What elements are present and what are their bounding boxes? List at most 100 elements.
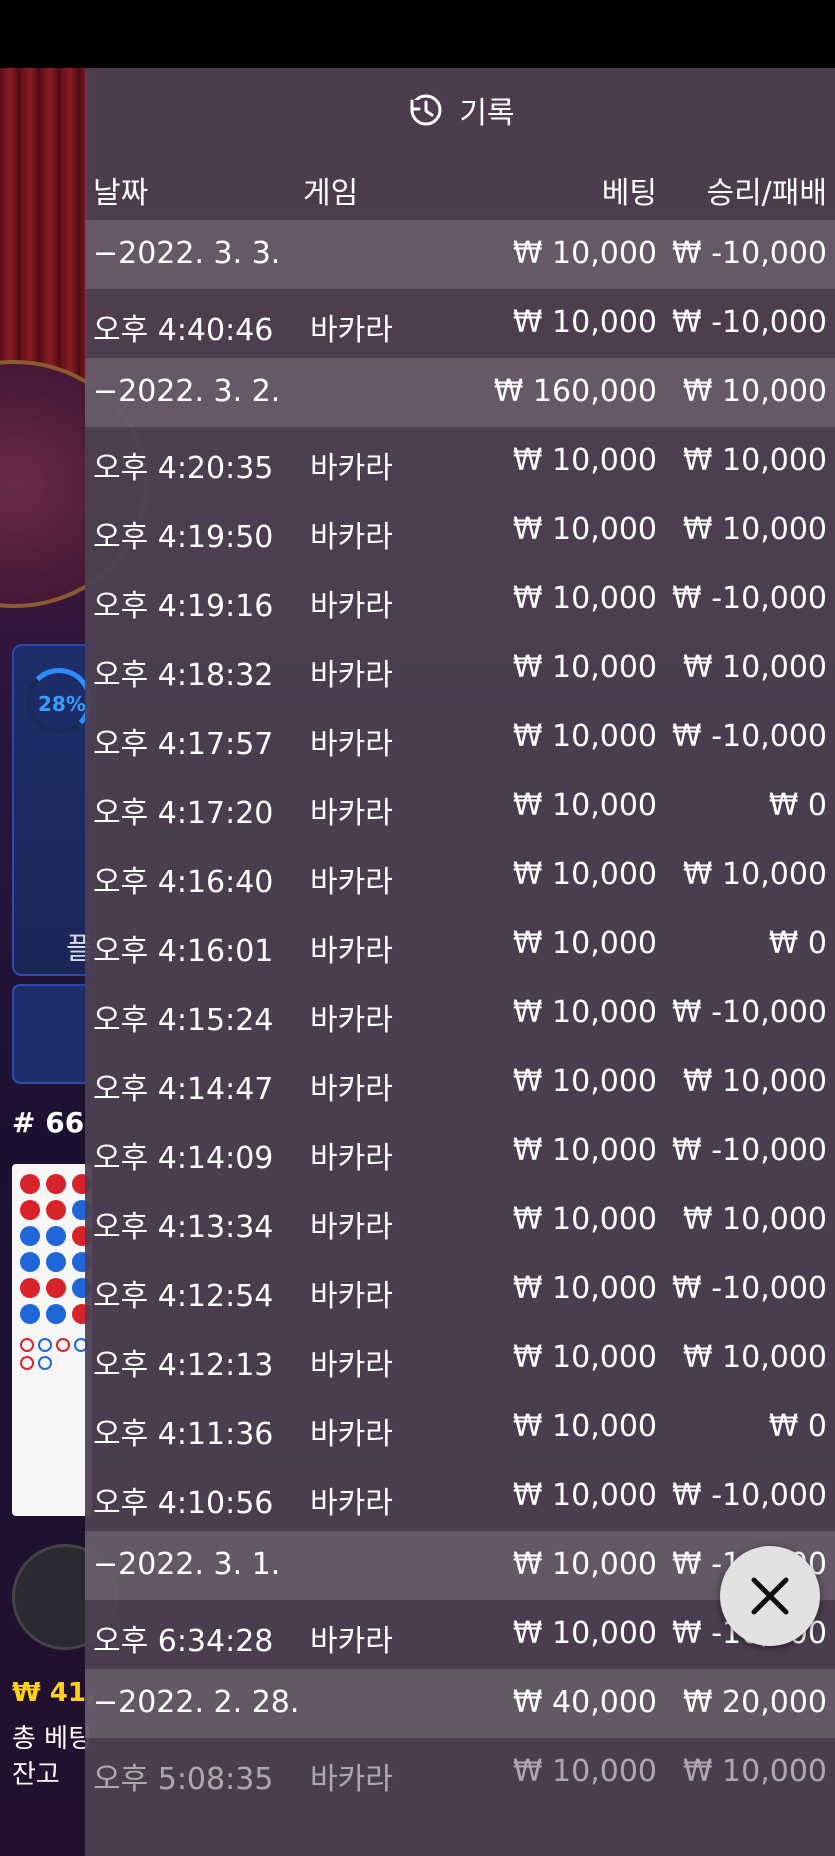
history-row[interactable]: 오후 4:17:57 바카라 ₩ 10,000 ₩ -10,000 [85, 703, 835, 772]
history-panel-header: 기록 [85, 68, 835, 152]
player-dot [46, 1252, 66, 1272]
header-result: 승리/패배 [706, 176, 827, 211]
row-result: ₩ -10,000 [672, 1478, 827, 1513]
row-date: 오후 5:08:35 [93, 1762, 274, 1797]
history-row[interactable]: 오후 4:16:01 바카라 ₩ 10,000 ₩ 0 [85, 910, 835, 979]
row-date: −2022. 3. 3. [93, 236, 281, 271]
row-date: 오후 4:13:34 [93, 1210, 274, 1245]
close-button[interactable] [720, 1546, 820, 1646]
row-date: 오후 4:19:16 [93, 589, 274, 624]
row-game: 바카라 [310, 1141, 393, 1176]
row-date: 오후 4:12:13 [93, 1348, 274, 1383]
big-road-marker [20, 1338, 34, 1352]
row-bet: ₩ 40,000 [512, 1685, 657, 1720]
history-row[interactable]: 오후 4:12:13 바카라 ₩ 10,000 ₩ 10,000 [85, 1324, 835, 1393]
player-dot [20, 1252, 40, 1272]
side-bet-card[interactable] [12, 984, 96, 1084]
big-road-marker [38, 1338, 52, 1352]
history-row[interactable]: 오후 4:15:24 바카라 ₩ 10,000 ₩ -10,000 [85, 979, 835, 1048]
date-group-row[interactable]: −2022. 3. 3. ₩ 10,000 ₩ -10,000 [85, 220, 835, 289]
total-bet-amount: ₩ 41, [12, 1678, 96, 1708]
row-bet: ₩ 10,000 [512, 1547, 657, 1582]
row-game: 바카라 [310, 1210, 393, 1245]
row-date: 오후 6:34:28 [93, 1624, 274, 1659]
history-row[interactable]: 오후 4:18:32 바카라 ₩ 10,000 ₩ 10,000 [85, 634, 835, 703]
history-row[interactable]: 오후 4:20:35 바카라 ₩ 10,000 ₩ 10,000 [85, 427, 835, 496]
row-result: ₩ 0 [768, 1409, 827, 1444]
row-result: ₩ 10,000 [682, 1202, 827, 1237]
header-game: 게임 [303, 176, 359, 211]
row-game: 바카라 [310, 934, 393, 969]
row-game: 바카라 [310, 1072, 393, 1107]
history-row[interactable]: 오후 4:16:40 바카라 ₩ 10,000 ₩ 10,000 [85, 841, 835, 910]
history-row[interactable]: 오후 4:40:46 바카라 ₩ 10,000 ₩ -10,000 [85, 289, 835, 358]
close-icon [751, 1577, 789, 1615]
balance-label: 잔고 [12, 1760, 60, 1790]
history-row[interactable]: 오후 4:14:47 바카라 ₩ 10,000 ₩ 10,000 [85, 1048, 835, 1117]
screen: 28% 플 # 66 ₩ 41, 총 베팅 잔고 기록 날짜 게임 베팅 승리/… [0, 0, 835, 1856]
row-date: −2022. 3. 2. [93, 374, 281, 409]
progress-percent: 28% [38, 692, 86, 716]
row-date: −2022. 2. 28. [93, 1685, 300, 1720]
row-date: 오후 4:10:56 [93, 1486, 274, 1521]
header-date: 날짜 [93, 176, 149, 211]
row-bet: ₩ 10,000 [512, 1064, 657, 1099]
banker-dot [20, 1200, 40, 1220]
row-result: ₩ 10,000 [682, 1064, 827, 1099]
history-row[interactable]: 오후 4:19:50 바카라 ₩ 10,000 ₩ 10,000 [85, 496, 835, 565]
row-date: 오후 4:40:46 [93, 313, 274, 348]
row-result: ₩ -10,000 [672, 305, 827, 340]
player-dot [20, 1304, 40, 1324]
date-group-row[interactable]: −2022. 2. 28. ₩ 40,000 ₩ 20,000 [85, 1669, 835, 1738]
row-game: 바카라 [310, 658, 393, 693]
row-bet: ₩ 10,000 [512, 788, 657, 823]
player-dot [46, 1304, 66, 1324]
date-group-row[interactable]: −2022. 3. 2. ₩ 160,000 ₩ 10,000 [85, 358, 835, 427]
row-bet: ₩ 10,000 [512, 1340, 657, 1375]
row-result: ₩ 10,000 [682, 512, 827, 547]
row-result: ₩ -10,000 [672, 236, 827, 271]
row-bet: ₩ 10,000 [512, 236, 657, 271]
row-bet: ₩ 10,000 [512, 650, 657, 685]
big-road-marker [38, 1356, 52, 1370]
history-row[interactable]: 오후 4:13:34 바카라 ₩ 10,000 ₩ 10,000 [85, 1186, 835, 1255]
row-date: 오후 4:17:20 [93, 796, 274, 831]
row-game: 바카라 [310, 589, 393, 624]
history-row[interactable]: 오후 4:10:56 바카라 ₩ 10,000 ₩ -10,000 [85, 1462, 835, 1531]
row-bet: ₩ 160,000 [493, 374, 657, 409]
history-icon [408, 94, 442, 126]
banker-dot [46, 1200, 66, 1220]
row-game: 바카라 [310, 1348, 393, 1383]
row-game: 바카라 [310, 451, 393, 486]
row-game: 바카라 [310, 1486, 393, 1521]
row-date: 오후 4:16:01 [93, 934, 274, 969]
history-row[interactable]: 오후 4:12:54 바카라 ₩ 10,000 ₩ -10,000 [85, 1255, 835, 1324]
row-game: 바카라 [310, 520, 393, 555]
row-result: ₩ 10,000 [682, 1340, 827, 1375]
player-dot [20, 1226, 40, 1246]
history-row[interactable]: 오후 4:19:16 바카라 ₩ 10,000 ₩ -10,000 [85, 565, 835, 634]
row-game: 바카라 [310, 1762, 393, 1797]
big-road-marker [20, 1356, 34, 1370]
row-game: 바카라 [310, 865, 393, 900]
history-list[interactable]: −2022. 3. 3. ₩ 10,000 ₩ -10,000 오후 4:40:46 바… [85, 220, 835, 1807]
history-row[interactable]: 오후 4:11:36 바카라 ₩ 10,000 ₩ 0 [85, 1393, 835, 1462]
row-result: ₩ 0 [768, 788, 827, 823]
row-result: ₩ -10,000 [672, 581, 827, 616]
bead-road-scoreboard [12, 1164, 92, 1516]
history-row[interactable]: 오후 4:14:09 바카라 ₩ 10,000 ₩ -10,000 [85, 1117, 835, 1186]
history-row[interactable]: 오후 4:17:20 바카라 ₩ 10,000 ₩ 0 [85, 772, 835, 841]
banker-dot [46, 1278, 66, 1298]
row-date: 오후 4:19:50 [93, 520, 274, 555]
row-date: 오후 4:20:35 [93, 451, 274, 486]
row-result: ₩ 20,000 [682, 1685, 827, 1720]
player-dot [46, 1226, 66, 1246]
row-bet: ₩ 10,000 [512, 512, 657, 547]
history-row[interactable]: 오후 5:08:35 바카라 ₩ 10,000 ₩ 10,000 [85, 1738, 835, 1807]
row-bet: ₩ 10,000 [512, 1271, 657, 1306]
row-bet: ₩ 10,000 [512, 305, 657, 340]
curtain-decoration [0, 68, 90, 388]
panel-title: 기록 [459, 96, 515, 131]
round-number: # 66 [12, 1106, 85, 1139]
banker-dot [20, 1174, 40, 1194]
